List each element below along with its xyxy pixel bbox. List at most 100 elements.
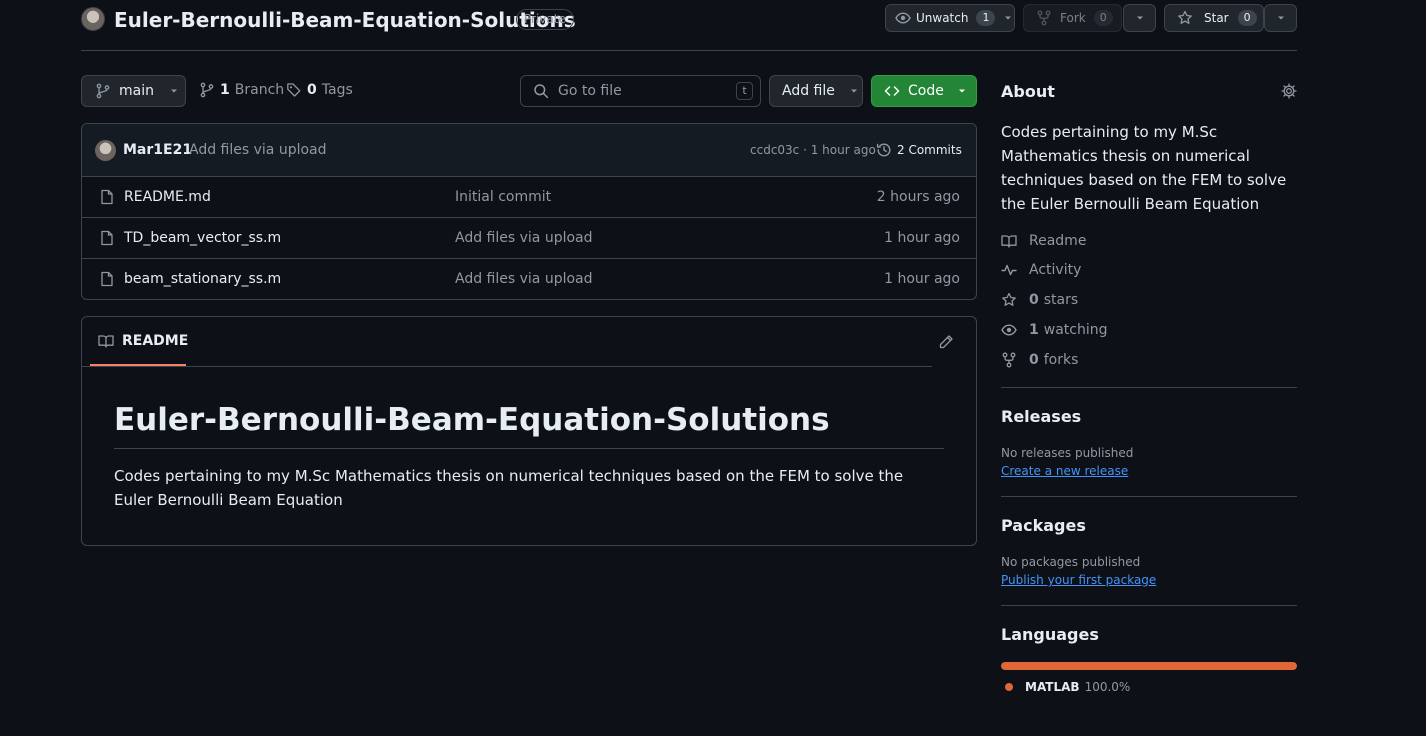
file-commit-time: 1 hour ago [884,230,960,246]
commit-meta[interactable]: ccdc03c · 1 hour ago [750,143,876,157]
repo-avatar[interactable] [81,7,105,31]
language-percent: 100.0% [1084,680,1131,694]
watch-count: 1 [976,10,996,26]
releases-empty: No releases published [1001,446,1134,460]
table-row[interactable]: README.md Initial commit 2 hours ago [82,177,976,218]
git-branch-icon [95,83,111,99]
branch-name: main [119,83,154,99]
language-item[interactable]: MATLAB 100.0% [1005,680,1130,694]
table-row[interactable]: beam_stationary_ss.m Add files via uploa… [82,259,976,299]
unwatch-chevron-icon[interactable] [1003,13,1013,23]
commits-link[interactable]: 2 Commits [876,142,962,158]
commit-message[interactable]: Add files via upload [189,142,327,158]
file-icon [99,189,115,205]
file-commit-message[interactable]: Add files via upload [455,271,593,287]
watching-count: 1 [1029,322,1039,338]
chevron-down-icon [849,86,859,96]
activity-link[interactable]: Activity [1001,262,1081,278]
readme-box: README Euler-Bernoulli-Beam-Equation-Sol… [81,316,977,546]
fork-count: 0 [1093,10,1113,26]
tags-link[interactable]: 0 Tags [286,82,353,98]
branch-count: 1 [220,82,230,98]
search-icon [533,83,549,99]
book-icon [98,333,114,349]
star-icon [1177,10,1193,26]
file-commit-time: 2 hours ago [876,189,960,205]
repo-title[interactable]: Euler-Bernoulli-Beam-Equation-Solutions [114,6,576,34]
file-icon [99,230,115,246]
packages-empty: No packages published [1001,555,1141,569]
code-icon [884,83,900,99]
fork-dropdown-button[interactable] [1123,4,1156,32]
visibility-badge: Private [516,9,574,30]
commit-author-avatar[interactable] [95,140,116,161]
file-icon [99,271,115,287]
forks-link[interactable]: 0 forks [1001,352,1078,368]
branch-label: Branch [234,82,285,98]
book-icon [1001,233,1017,249]
about-settings-button[interactable] [1281,83,1297,99]
fork-icon [1001,352,1017,368]
file-name[interactable]: README.md [124,189,211,205]
about-divider [1001,387,1297,388]
add-file-button[interactable]: Add file [769,75,863,107]
tag-count: 0 [307,82,317,98]
fork-label: Fork [1060,11,1086,25]
branch-selector[interactable]: main [81,75,186,107]
create-release-link[interactable]: Create a new release [1001,464,1128,478]
readme-link-label: Readme [1029,233,1087,249]
watching-label: watching [1043,322,1108,338]
language-color-dot [1005,683,1013,691]
tag-icon [286,82,302,98]
chevron-down-icon [1135,13,1145,23]
gear-icon [1281,83,1297,99]
fork-icon [1036,10,1052,26]
table-row[interactable]: TD_beam_vector_ss.m Add files via upload… [82,218,976,259]
star-dropdown-button[interactable] [1264,4,1297,32]
chevron-down-icon [1276,13,1286,23]
star-icon [1001,292,1017,308]
packages-title[interactable]: Packages [1001,516,1086,535]
commits-count-label: 2 Commits [897,143,962,157]
file-commit-message[interactable]: Add files via upload [455,230,593,246]
file-commit-message[interactable]: Initial commit [455,189,551,205]
about-title: About [1001,82,1055,101]
language-name: MATLAB [1025,680,1080,694]
activity-label: Activity [1029,262,1082,278]
fork-button[interactable]: Fork 0 [1023,4,1122,32]
readme-link[interactable]: Readme [1001,233,1086,249]
git-branch-icon [199,82,215,98]
code-button[interactable]: Code [871,75,977,107]
unwatch-button[interactable]: Unwatch 1 [885,4,1015,32]
code-label: Code [908,83,944,99]
pencil-icon [938,334,954,350]
file-commit-time: 1 hour ago [884,271,960,287]
languages-title: Languages [1001,625,1099,644]
file-name[interactable]: beam_stationary_ss.m [124,271,281,287]
watching-link[interactable]: 1 watching [1001,322,1108,338]
header-divider [81,50,1297,51]
readme-tab-label: README [122,332,189,349]
go-to-file-input[interactable]: Go to file t [520,75,761,107]
eye-icon [1001,322,1017,338]
stars-link[interactable]: 0 stars [1001,292,1078,308]
go-to-file-placeholder: Go to file [558,83,622,99]
file-list-box: Mar1E21 Add files via upload ccdc03c · 1… [81,123,977,300]
file-name[interactable]: TD_beam_vector_ss.m [124,230,281,246]
pulse-icon [1001,262,1017,278]
edit-readme-button[interactable] [938,334,954,350]
forks-label: forks [1043,352,1079,368]
releases-title[interactable]: Releases [1001,407,1081,426]
tag-label: Tags [321,82,353,98]
star-button[interactable]: Star 0 [1164,4,1264,32]
readme-tab[interactable]: README [90,317,189,366]
language-bar-track [1001,662,1297,670]
add-file-label: Add file [782,83,835,99]
commit-author[interactable]: Mar1E21 [123,142,192,158]
stars-label: stars [1043,292,1079,308]
keyboard-shortcut-hint: t [736,82,753,100]
branches-link[interactable]: 1 Branch [199,82,284,98]
publish-package-link[interactable]: Publish your first package [1001,573,1156,587]
unwatch-label: Unwatch [916,11,969,25]
about-description: Codes pertaining to my M.Sc Mathematics … [1001,123,1287,213]
